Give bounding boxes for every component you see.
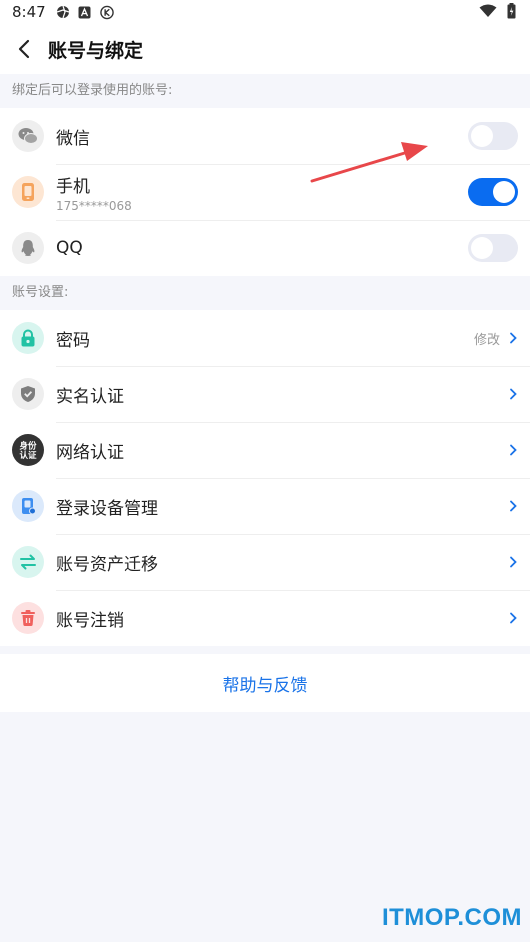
chevron-right-icon — [508, 331, 518, 345]
settings-row-devices[interactable]: 登录设备管理 — [0, 478, 530, 534]
phone-number: 175*****068 — [56, 198, 132, 213]
wifi-icon — [479, 4, 497, 22]
k-circle-icon — [99, 5, 114, 19]
phone-icon — [12, 176, 44, 208]
wechat-icon — [12, 120, 44, 152]
back-button[interactable] — [10, 35, 38, 63]
settings-section-label: 账号设置: — [12, 285, 69, 300]
wechat-toggle[interactable] — [468, 122, 518, 150]
id-badge-top: 身份 — [18, 441, 37, 452]
settings-label: 账号注销 — [56, 610, 124, 631]
chevron-right-icon — [508, 499, 518, 513]
settings-row-network-auth[interactable]: 身份 认证 网络认证 — [0, 422, 530, 478]
settings-label: 登录设备管理 — [56, 498, 158, 519]
trash-icon — [12, 602, 44, 634]
modify-hint: 修改 — [473, 332, 500, 348]
settings-label: 网络认证 — [56, 442, 124, 463]
binding-row-wechat: 微信 — [0, 108, 530, 164]
status-time: 8:47 — [12, 3, 46, 21]
status-bar: 8:47 — [0, 0, 530, 24]
binding-row-qq: QQ — [0, 220, 530, 276]
battery-icon — [507, 3, 516, 23]
watermark: ITMOP.COM — [381, 904, 522, 931]
chevron-right-icon — [508, 611, 518, 625]
lock-icon — [12, 322, 44, 354]
settings-row-real-name[interactable]: 实名认证 — [0, 366, 530, 422]
qq-toggle[interactable] — [468, 234, 518, 262]
id-auth-icon: 身份 认证 — [12, 434, 44, 466]
binding-section-label: 绑定后可以登录使用的账号: — [12, 83, 173, 98]
binding-label: 微信 — [56, 128, 90, 149]
transfer-icon — [12, 546, 44, 578]
chevron-left-icon — [18, 39, 30, 59]
chevron-right-icon — [508, 443, 518, 457]
page-title: 账号与绑定 — [48, 39, 144, 62]
shield-icon — [12, 378, 44, 410]
binding-label: QQ — [56, 238, 83, 258]
help-feedback-row: 帮助与反馈 — [0, 654, 530, 712]
chevron-right-icon — [508, 555, 518, 569]
aperture-icon — [56, 5, 70, 19]
binding-list: 微信 手机 175*****068 QQ — [0, 108, 530, 276]
settings-label: 账号资产迁移 — [56, 554, 158, 575]
chevron-right-icon — [508, 387, 518, 401]
phone-toggle[interactable] — [468, 178, 518, 206]
settings-row-password[interactable]: 密码 修改 — [0, 310, 530, 366]
settings-label: 密码 — [56, 330, 90, 351]
settings-list: 密码 修改 实名认证 身份 认证 网络认证 登录设备管理 账号资产迁移 账号注销 — [0, 310, 530, 646]
settings-row-transfer[interactable]: 账号资产迁移 — [0, 534, 530, 590]
binding-label: 手机 — [56, 176, 90, 197]
id-badge-bottom: 认证 — [19, 450, 37, 461]
device-icon — [12, 490, 44, 522]
a-badge-icon — [78, 5, 92, 19]
settings-label: 实名认证 — [56, 386, 124, 407]
settings-row-cancel-account[interactable]: 账号注销 — [0, 590, 530, 646]
help-feedback-link[interactable]: 帮助与反馈 — [223, 671, 308, 696]
qq-icon — [12, 232, 44, 264]
binding-row-phone: 手机 175*****068 — [0, 164, 530, 220]
app-bar: 账号与绑定 — [0, 24, 530, 74]
